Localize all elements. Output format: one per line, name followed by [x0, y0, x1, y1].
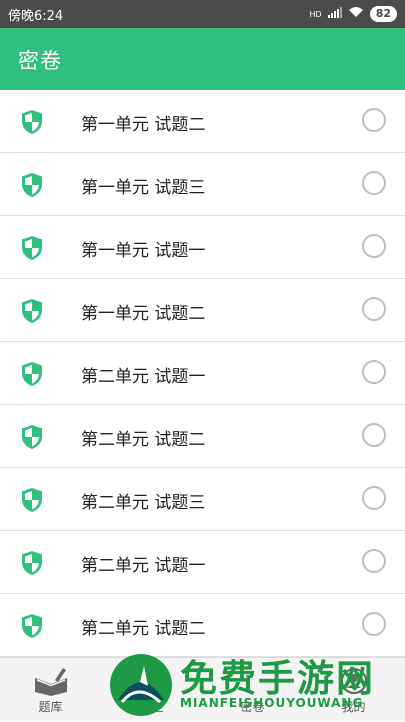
shield-icon [20, 172, 44, 198]
shield-icon [20, 109, 44, 135]
nav-item-profile[interactable]: 我的 [303, 658, 404, 721]
nav-label: 密卷 [240, 700, 265, 714]
signal-icon [327, 6, 342, 22]
radio-button[interactable] [362, 486, 386, 510]
paper-title: 第一单元 试题二 [81, 304, 206, 324]
radio-button[interactable] [362, 360, 386, 384]
radio-button[interactable] [362, 612, 386, 636]
radio-button[interactable] [362, 234, 386, 258]
paper-title: 第一单元 试题三 [81, 178, 206, 198]
shield-icon [20, 550, 44, 576]
shield-icon [20, 298, 44, 324]
network-type-label: HD [309, 9, 322, 19]
nav-label: 题库 [38, 700, 63, 714]
page-title: 密卷 [18, 49, 62, 73]
radio-button[interactable] [362, 423, 386, 447]
nav-item-examinee[interactable]: 考生 [101, 658, 202, 721]
paper-title: 第一单元 试题二 [81, 115, 206, 135]
shield-icon [20, 613, 44, 639]
status-bar: 傍晚6:24 HD 82 [0, 0, 405, 28]
profile-icon [339, 666, 369, 700]
nav-label: 考生 [139, 700, 164, 714]
list-item[interactable]: 第二单元 试题二 [0, 405, 405, 468]
shield-icon [20, 235, 44, 261]
list-item[interactable]: 第二单元 试题一 [0, 531, 405, 594]
nav-item-secret-paper[interactable]: 密卷 [202, 658, 303, 721]
paper-title: 第一单元 试题一 [81, 241, 206, 261]
wifi-icon [348, 6, 364, 22]
battery-indicator: 82 [369, 6, 397, 22]
list-item[interactable]: 第二单元 试题一 [0, 342, 405, 405]
list-item[interactable]: 第一单元 试题三 [0, 153, 405, 216]
list-item[interactable]: 第二单元 试题三 [0, 468, 405, 531]
paper-title: 第二单元 试题一 [81, 367, 206, 387]
paper-list: 第一单元 试题二 第一单元 试题三 第一单元 试题一 第一单元 试题二 第二单元… [0, 90, 405, 657]
shield-icon [20, 487, 44, 513]
radio-button[interactable] [362, 297, 386, 321]
list-item[interactable]: 第一单元 试题二 [0, 90, 405, 153]
radio-button[interactable] [362, 108, 386, 132]
app-bar: 密卷 [0, 28, 405, 90]
paper-title: 第二单元 试题三 [81, 493, 206, 513]
radio-button[interactable] [362, 171, 386, 195]
list-item[interactable]: 第二单元 试题二 [0, 594, 405, 657]
paper-title: 第二单元 试题一 [81, 556, 206, 576]
paper-title: 第二单元 试题二 [81, 619, 206, 639]
radio-button[interactable] [362, 549, 386, 573]
status-time: 傍晚6:24 [8, 8, 64, 24]
paper-title: 第二单元 试题二 [81, 430, 206, 450]
list-item[interactable]: 第一单元 试题二 [0, 279, 405, 342]
bottom-nav: 题库 考生 密卷 我的 [0, 657, 405, 720]
nav-item-question-bank[interactable]: 题库 [0, 658, 101, 721]
list-item[interactable]: 第一单元 试题一 [0, 216, 405, 279]
shield-icon [20, 361, 44, 387]
book-pen-icon [33, 666, 69, 700]
nav-label: 我的 [341, 700, 366, 714]
shield-icon [20, 424, 44, 450]
